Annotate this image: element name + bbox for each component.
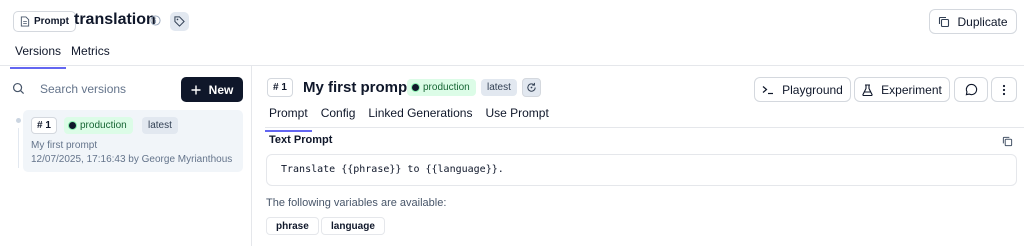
- prompt-text-box[interactable]: Translate {{phrase}} to {{language}}.: [266, 154, 1017, 186]
- tab-use-prompt[interactable]: Use Prompt: [481, 104, 552, 128]
- production-label-badge: production: [64, 117, 133, 134]
- version-title: My first prompt: [303, 79, 413, 96]
- tag-icon: [174, 16, 185, 27]
- duplicate-button[interactable]: Duplicate: [929, 9, 1017, 34]
- latest-label-badge: latest: [481, 79, 517, 96]
- prompt-type-badge: Prompt: [13, 11, 76, 32]
- version-number-badge: # 1: [267, 78, 293, 97]
- more-icon: [1002, 84, 1006, 96]
- variables-description: The following variables are available:: [266, 197, 447, 209]
- playground-button[interactable]: Playground: [754, 77, 851, 102]
- flask-icon: [862, 83, 873, 96]
- production-label-badge: production: [407, 79, 476, 96]
- new-version-label: New: [208, 82, 234, 97]
- timeline-dot: [16, 118, 21, 123]
- variable-chip-language: language: [321, 217, 385, 235]
- latest-label-badge: latest: [142, 117, 178, 134]
- experiment-button[interactable]: Experiment: [854, 77, 950, 102]
- prompt-page: Prompt translation Duplicate Versions Me…: [0, 0, 1024, 246]
- version-meta: 12/07/2025, 17:16:43 by George Myriantho…: [31, 154, 233, 165]
- prompt-type-label: Prompt: [34, 16, 69, 27]
- experiment-label: Experiment: [881, 82, 942, 97]
- top-header: Prompt translation Duplicate: [0, 0, 1024, 42]
- version-name: My first prompt: [31, 140, 98, 151]
- version-number-badge: # 1: [31, 117, 57, 134]
- text-prompt-heading: Text Prompt: [269, 134, 333, 146]
- search-versions-input[interactable]: [32, 79, 172, 99]
- comment-icon: [965, 83, 978, 96]
- tag-button[interactable]: [170, 12, 189, 31]
- versions-sidebar: New # 1 production latest My first promp…: [0, 66, 252, 246]
- sync-button[interactable]: [522, 78, 541, 97]
- duplicate-label: Duplicate: [957, 14, 1008, 29]
- copy-icon[interactable]: [1002, 136, 1013, 147]
- tabs-divider: [265, 127, 1024, 128]
- prompt-detail: # 1 My first prompt production latest Pl…: [253, 66, 1024, 246]
- playground-label: Playground: [782, 82, 843, 97]
- copy-icon: [938, 16, 950, 28]
- tab-config[interactable]: Config: [317, 104, 360, 128]
- tab-linked-generations[interactable]: Linked Generations: [364, 104, 476, 128]
- prompt-tabs: Prompt Config Linked Generations Use Pro…: [265, 104, 558, 132]
- document-icon: [20, 16, 30, 27]
- tab-versions[interactable]: Versions: [10, 42, 67, 69]
- sync-icon: [526, 82, 537, 93]
- search-icon: [12, 82, 25, 95]
- tab-prompt[interactable]: Prompt: [265, 104, 312, 132]
- new-version-button[interactable]: New: [181, 77, 243, 102]
- comments-button[interactable]: [954, 77, 988, 102]
- info-icon[interactable]: [150, 15, 161, 26]
- more-options-button[interactable]: [991, 77, 1017, 102]
- terminal-icon: [762, 85, 774, 95]
- prompt-name: translation: [74, 11, 156, 28]
- top-tabs: Versions Metrics: [10, 42, 115, 69]
- plus-icon: [191, 85, 201, 95]
- tab-metrics[interactable]: Metrics: [66, 42, 115, 66]
- variable-chip-phrase: phrase: [266, 217, 319, 235]
- timeline-line: [18, 128, 19, 168]
